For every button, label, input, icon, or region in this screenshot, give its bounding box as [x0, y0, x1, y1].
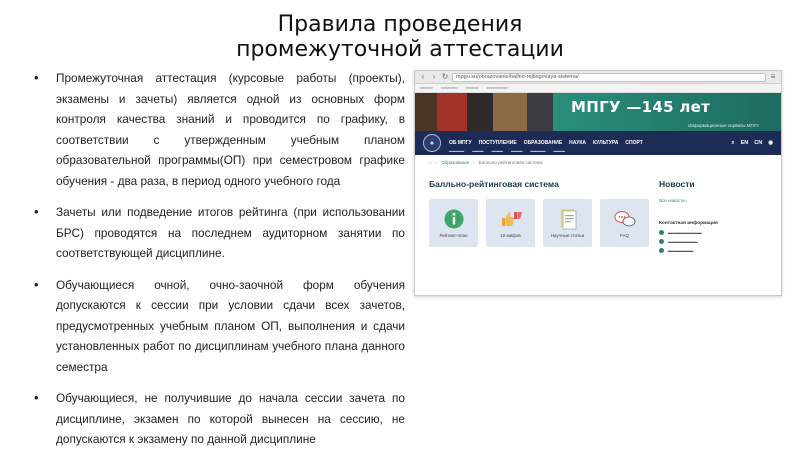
nav-item-about[interactable]: ОБ МПГУ	[449, 140, 472, 146]
contact-placeholder: ▬▬▬▬▬▬▬▬	[668, 230, 702, 235]
back-arrow-icon[interactable]: ‹	[419, 73, 427, 81]
nav-item-admission[interactable]: ПОСТУПЛЕНИЕ	[479, 140, 517, 146]
site-navbar: ✦ ОБ МПГУ ПОСТУПЛЕНИЕ ОБРАЗОВАНИЕ НАУКА …	[415, 131, 781, 155]
news-heading: Новости	[659, 179, 695, 189]
breadcrumb-separator: ›	[435, 159, 438, 165]
slide-title-line-1: Правила проведения	[277, 12, 523, 37]
browser-toolbar: ‹ › ↻ mpgu.su/obrazovanie/ballno-rejting…	[415, 71, 781, 84]
subnav-placeholder[interactable]: ▬▬▬	[492, 149, 503, 153]
page-title: Балльно-рейтинговая система	[429, 179, 559, 189]
nav-item-education[interactable]: ОБРАЗОВАНИЕ	[524, 140, 562, 146]
tile-label: 10 мифов	[500, 233, 521, 238]
bookmark-placeholder[interactable]: ▭▭▭▭	[441, 85, 458, 91]
subnav-placeholder[interactable]: ▬▬▬▬	[449, 149, 464, 153]
bullet-item: Зачеты или подведение итогов рейтинга (п…	[30, 202, 405, 264]
slide-title: Правила проведения промежуточной аттеста…	[0, 12, 800, 62]
breadcrumb-current: Балльно-рейтинговая система	[478, 159, 543, 165]
breadcrumb: ⌂ › Образование › Балльно-рейтинговая си…	[415, 155, 781, 169]
banner-photo	[415, 93, 553, 131]
tile-label: Рейтинг-план	[439, 233, 468, 238]
location-icon	[659, 230, 664, 235]
contact-placeholder: ▬▬▬▬▬▬▬	[668, 239, 698, 244]
bookmark-placeholder[interactable]: ▭▭▭▭▭	[487, 85, 508, 91]
home-icon[interactable]: ⌂	[429, 160, 432, 165]
banner-slogan: МПГУ —145 лет Информационные сервисы МПГ…	[553, 93, 781, 131]
tile-faq[interactable]: FAQ	[600, 199, 649, 247]
contact-placeholder[interactable]: ▬▬▬▬▬▬	[668, 248, 693, 253]
subnav-placeholder[interactable]: ▬▬▬	[511, 149, 522, 153]
website-screenshot: ‹ › ↻ mpgu.su/obrazovanie/ballno-rejting…	[414, 70, 782, 296]
thumbs-icon	[500, 208, 522, 230]
contact-address: ▬▬▬▬▬▬▬▬	[659, 230, 774, 235]
banner-subtext[interactable]: Информационные сервисы МПГУ	[688, 123, 759, 128]
mail-icon	[659, 248, 664, 253]
document-icon	[557, 208, 579, 230]
chat-bubbles-icon	[614, 208, 636, 230]
phone-icon	[659, 239, 664, 244]
bookmark-placeholder[interactable]: ▭▭▭	[420, 85, 433, 91]
bullet-item: Обучающиеся, не получившие до начала сес…	[30, 388, 405, 450]
bullet-item: Обучающиеся очной, очно-заочной форм обу…	[30, 275, 405, 378]
contact-email: ▬▬▬▬▬▬	[659, 248, 774, 253]
banner-heading: МПГУ —145 лет	[571, 98, 711, 116]
site-banner: МПГУ —145 лет Информационные сервисы МПГ…	[415, 93, 781, 131]
tile-label: FAQ	[619, 233, 629, 238]
contact-phone: ▬▬▬▬▬▬▬	[659, 239, 774, 244]
reload-icon[interactable]: ↻	[441, 73, 449, 81]
bullet-list: Промежуточная аттестация (курсовые работ…	[30, 68, 405, 450]
news-sidebar: Новости Все новости › Контактная информа…	[659, 179, 774, 253]
info-icon	[443, 208, 465, 230]
page-content: Балльно-рейтинговая система Рейтинг-план…	[415, 169, 781, 279]
tile-label: Научные статьи	[550, 233, 585, 238]
tile-scientific-articles[interactable]: Научные статьи	[543, 199, 592, 247]
bullet-item: Промежуточная аттестация (курсовые работ…	[30, 68, 405, 191]
nav-item-science[interactable]: НАУКА	[569, 140, 586, 146]
search-icon[interactable]: ⌕	[732, 140, 735, 147]
bookmark-placeholder[interactable]: ▭▭▭	[466, 85, 479, 91]
all-news-link[interactable]: Все новости ›	[659, 198, 774, 203]
tile-ten-myths[interactable]: 10 мифов	[486, 199, 535, 247]
menu-icon[interactable]: ≡	[769, 73, 777, 81]
address-bar[interactable]: mpgu.su/obrazovanie/ballno-rejtingovaya-…	[452, 72, 766, 82]
nav-item-sport[interactable]: СПОРТ	[625, 140, 642, 146]
tile-rating-plan[interactable]: Рейтинг-план	[429, 199, 478, 247]
subnav-placeholder[interactable]: ▬▬▬	[472, 149, 483, 153]
subnav-placeholder[interactable]: ▬▬▬▬	[530, 149, 545, 153]
lang-cn-button[interactable]: CN	[754, 140, 762, 146]
breadcrumb-education[interactable]: Образование	[441, 160, 469, 165]
accessibility-icon[interactable]: ◉	[768, 140, 773, 146]
bookmarks-bar: ▭▭▭ ▭▭▭▭ ▭▭▭ ▭▭▭▭▭	[415, 84, 781, 93]
contact-heading: Контактная информация	[659, 221, 718, 226]
forward-arrow-icon[interactable]: ›	[430, 73, 438, 81]
nav-item-culture[interactable]: КУЛЬТУРА	[593, 140, 618, 146]
lang-en-button[interactable]: EN	[741, 140, 749, 146]
sub-navigation: ▬▬▬▬ ▬▬▬ ▬▬▬ ▬▬▬ ▬▬▬▬ ▬▬▬	[449, 149, 565, 153]
slide-title-line-2: промежуточной аттестации	[236, 37, 564, 62]
university-logo-icon[interactable]: ✦	[423, 134, 441, 152]
tile-row: Рейтинг-план 10 мифов Научные статьи FAQ	[429, 199, 649, 247]
subnav-placeholder[interactable]: ▬▬▬	[554, 149, 565, 153]
breadcrumb-separator: ›	[473, 159, 475, 165]
